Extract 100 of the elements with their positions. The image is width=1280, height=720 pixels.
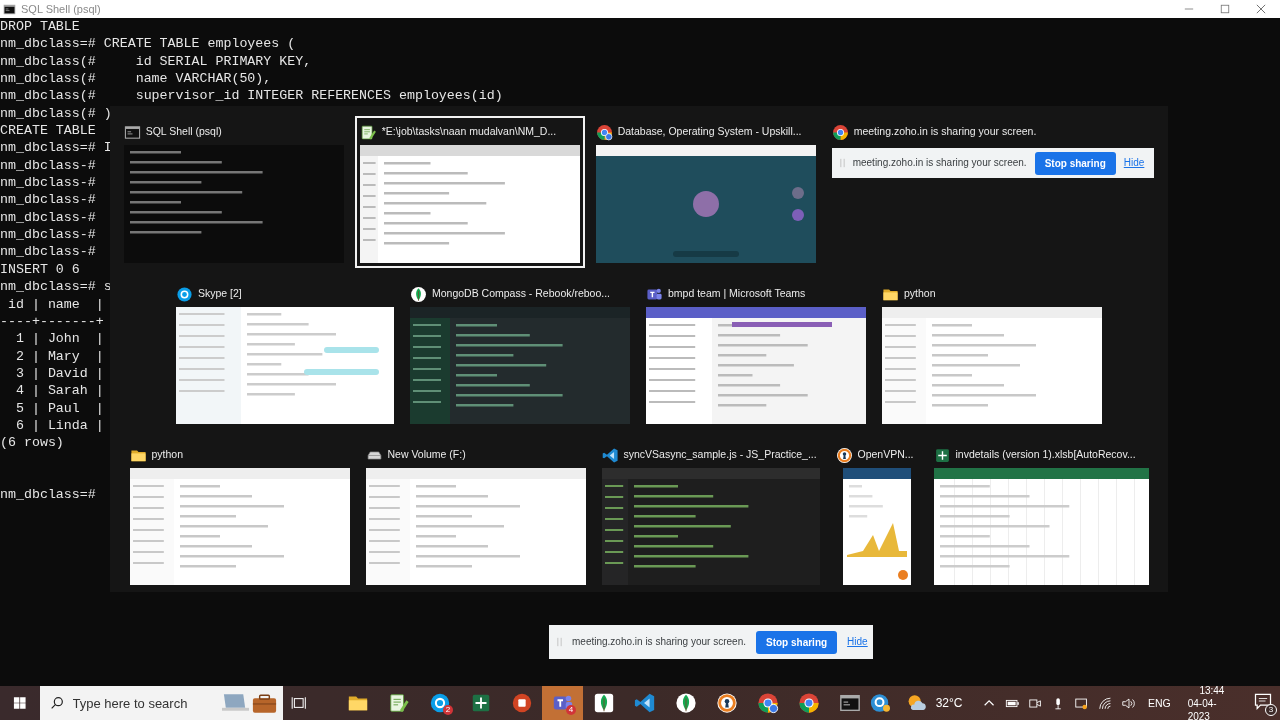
window-thumbnail[interactable] xyxy=(601,468,820,585)
window-tile[interactable]: bmpd team | Microsoft Teams xyxy=(641,278,871,429)
window-title[interactable]: syncVSasync_sample.js - JS_Practice_... xyxy=(623,446,817,464)
window-tile[interactable]: syncVSasync_sample.js - JS_Practice_... xyxy=(596,439,825,590)
window-thumbnail[interactable] xyxy=(129,468,350,585)
window-tile[interactable]: invdetails (version 1).xlsb[AutoRecov... xyxy=(928,439,1154,590)
chrome-icon xyxy=(797,692,820,714)
terminal-line: CREATE TABLE xyxy=(0,122,96,140)
stop-sharing-button[interactable]: Stop sharing xyxy=(1034,151,1116,175)
chrome-icon xyxy=(756,692,779,714)
window-thumbnail[interactable] xyxy=(410,307,630,424)
window-thumbnail[interactable] xyxy=(842,468,911,585)
window-tile[interactable]: meeting.zoho.in is sharing your screen. meeting.zoho.in is sharing your screen. Stop sharing Hide xyxy=(826,116,1160,183)
terminal-line: 2 | Mary | xyxy=(14,347,104,365)
start-icon[interactable] xyxy=(11,694,29,712)
laptop-briefcase-drawing xyxy=(220,691,279,715)
window-title[interactable]: Skype [2] xyxy=(198,285,242,303)
window-thumbnail[interactable] xyxy=(359,145,580,263)
taskbar-button[interactable]: 4 xyxy=(542,686,583,720)
terminal-icon xyxy=(123,123,141,141)
code-editor-icon xyxy=(633,692,656,714)
terminal-line: nm_dbclass-# xyxy=(0,191,96,209)
slides-icon xyxy=(510,692,533,714)
taskbar-button[interactable]: 2 xyxy=(419,686,460,720)
window-tile[interactable]: *E:\job\tasks\naan mudalvan\NM_D... xyxy=(354,116,585,268)
window-thumbnail[interactable] xyxy=(933,468,1149,585)
window-thumbnail[interactable] xyxy=(646,307,866,424)
code-editor-icon xyxy=(601,446,619,464)
terminal-line: nm_dbclass-# xyxy=(0,208,96,227)
date-text: 04-04-2023 xyxy=(1187,696,1218,720)
window-tile[interactable]: MongoDB Compass - Rebook/reboo... xyxy=(405,278,635,429)
wifi-icon[interactable] xyxy=(1097,695,1112,711)
terminal-line: nm_dbclass(# supervisor_id INTEGER REFERENCES employees(id) xyxy=(0,87,503,105)
terminal-line: INSERT 0 6 xyxy=(0,260,80,279)
close-icon[interactable] xyxy=(1256,4,1266,14)
help-icon[interactable] xyxy=(870,692,891,714)
window-tile[interactable]: python xyxy=(877,278,1107,429)
terminal-line: 5 | Paul | xyxy=(14,399,104,417)
task-view-icon[interactable] xyxy=(289,694,307,712)
hide-link[interactable]: Hide xyxy=(1123,154,1145,172)
temperature[interactable]: 32°C xyxy=(935,696,963,710)
window-thumbnail[interactable] xyxy=(123,145,344,263)
clock[interactable]: 13:44 04-04-2023 xyxy=(1187,683,1237,720)
window-thumbnail[interactable] xyxy=(882,307,1102,424)
window-tile[interactable]: SQL Shell (psql) xyxy=(118,116,349,268)
window-tile[interactable]: python xyxy=(124,439,355,590)
window-thumbnail[interactable] xyxy=(176,307,394,424)
terminal-prompt: nm_dbclass=# xyxy=(0,486,96,504)
window-tile[interactable]: New Volume (F:) xyxy=(360,439,591,590)
terminal-line: nm_dbclass-# xyxy=(0,156,96,175)
window-tile[interactable]: Database, Operating System - Upskill... xyxy=(590,116,821,268)
terminal-line: id | name | xyxy=(6,295,104,313)
leaf-icon xyxy=(592,692,615,714)
window-title[interactable]: Database, Operating System - Upskill... xyxy=(617,123,802,141)
network-icon[interactable] xyxy=(1074,695,1089,711)
terminal-line: nm_dbclass-# xyxy=(0,226,96,244)
terminal-line: (6 rows) xyxy=(0,434,64,452)
sharing-message: meeting.zoho.in is sharing your screen. xyxy=(852,156,1027,171)
window-title[interactable]: meeting.zoho.in is sharing your screen. xyxy=(853,123,1037,141)
terminal-icon xyxy=(3,2,16,16)
volume-icon[interactable] xyxy=(1120,695,1135,711)
notepad-icon xyxy=(387,692,410,714)
stop-sharing-button[interactable]: Stop sharing xyxy=(756,630,838,654)
window-tile[interactable]: Skype [2] xyxy=(171,278,399,429)
chrome-icon xyxy=(831,123,849,141)
window-title[interactable]: SQL Shell (psql) xyxy=(145,123,222,141)
notification-count: 4 xyxy=(566,705,576,715)
language-indicator[interactable]: ENG xyxy=(1147,697,1171,709)
terminal-line: nm_dbclass-# xyxy=(0,174,96,192)
terminal-line: nm_dbclass(# name VARCHAR(50), xyxy=(0,70,272,88)
lock-icon xyxy=(835,446,853,464)
terminal-line: 1 | John | xyxy=(14,330,104,348)
window-title[interactable]: bmpd team | Microsoft Teams xyxy=(668,285,806,303)
notification-count: 2 xyxy=(443,705,453,715)
notifications-icon[interactable] xyxy=(1253,691,1274,711)
maximize-icon[interactable] xyxy=(1220,4,1230,14)
leaf-icon xyxy=(410,285,427,303)
terminal-line: 3 | David | xyxy=(14,364,104,383)
terminal-line: nm_dbclass(# ) xyxy=(0,104,112,123)
spreadsheet-icon xyxy=(933,446,951,464)
search-field[interactable]: Type here to search xyxy=(39,686,283,720)
time-text: 13:44 xyxy=(1199,683,1225,697)
window-title[interactable]: OpenVPN... xyxy=(857,446,914,464)
window-thumbnail[interactable] xyxy=(365,468,586,585)
notification-count: 3 xyxy=(1265,704,1277,716)
terminal-line: nm_dbclass-# xyxy=(0,243,96,261)
window-tile[interactable]: OpenVPN... xyxy=(830,439,923,590)
window-title[interactable]: New Volume (F:) xyxy=(387,446,466,464)
hide-link[interactable]: Hide xyxy=(847,633,868,651)
window-title[interactable]: python xyxy=(151,446,184,464)
window-title[interactable]: python xyxy=(904,285,936,303)
window-title[interactable]: MongoDB Compass - Rebook/reboo... xyxy=(432,285,610,303)
terminal-line: 4 | Sarah | xyxy=(14,382,104,400)
window-title[interactable]: *E:\job\tasks\naan mudalvan\NM_D... xyxy=(381,123,557,141)
sharing-message: meeting.zoho.in is sharing your screen. xyxy=(572,635,746,650)
window-thumbnail[interactable] xyxy=(595,145,816,263)
notepad-icon xyxy=(359,123,377,141)
terminal-line: nm_dbclass(# id SERIAL PRIMARY KEY, xyxy=(0,52,312,71)
lock-icon xyxy=(715,692,738,714)
window-title[interactable]: invdetails (version 1).xlsb[AutoRecov... xyxy=(955,446,1136,464)
